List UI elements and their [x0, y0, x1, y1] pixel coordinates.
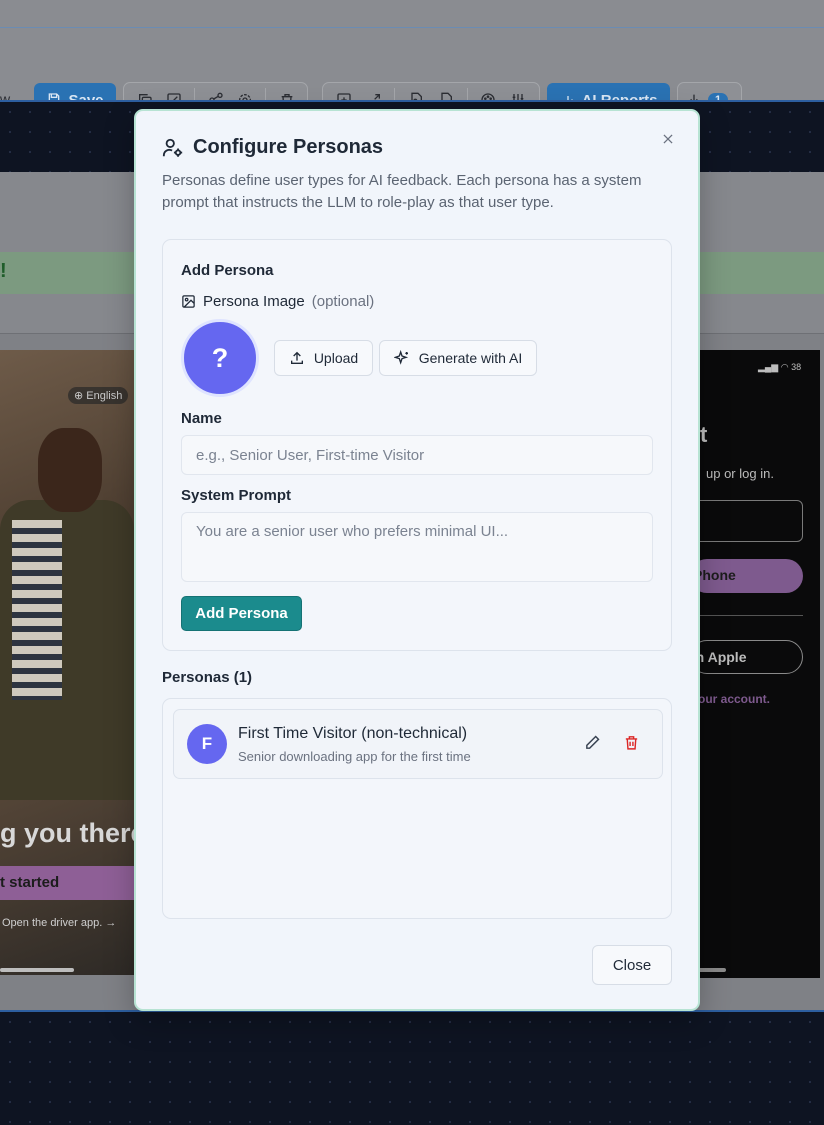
language-chip: ⊕ English: [68, 387, 129, 404]
phone-screen-left: ⊕ English g you there t started Open the…: [0, 350, 134, 975]
phone-sub-link: Open the driver app. →: [2, 917, 117, 929]
add-persona-card: Add Persona Persona Image (optional) ? U…: [162, 239, 672, 651]
phone-input-box: [690, 500, 803, 542]
dialog-description: Personas define user types for AI feedba…: [162, 172, 642, 211]
pencil-icon[interactable]: [580, 730, 604, 754]
image-icon: [182, 295, 195, 308]
phone-cta-button: t started: [0, 866, 134, 900]
hero-photo-face: [38, 428, 102, 512]
app-top-bar: [0, 0, 824, 28]
phone-subtitle-fragment: up or log in.: [706, 466, 774, 481]
trash-icon[interactable]: [619, 730, 643, 754]
persona-item: F First Time Visitor (non-technical) Sen…: [173, 709, 663, 779]
persona-description: Senior downloading app for the first tim…: [238, 749, 471, 764]
upload-button[interactable]: Upload: [274, 340, 373, 376]
system-prompt-input[interactable]: [181, 512, 653, 582]
phone-account-link: our account.: [698, 692, 771, 706]
hero-photo-shirt: [12, 520, 62, 700]
upload-icon: [290, 351, 303, 364]
personas-list: F First Time Visitor (non-technical) Sen…: [162, 698, 672, 919]
banner-fragment: !: [0, 260, 7, 282]
persona-avatar: F: [187, 724, 227, 764]
canvas-footer-band: [0, 1010, 824, 1125]
persona-image-label: Persona Image (optional): [181, 293, 374, 310]
dialog-title-text: Configure Personas: [193, 136, 384, 158]
user-settings-icon: [162, 138, 183, 157]
persona-image-label-text: Persona Image: [203, 293, 305, 310]
generate-with-ai-button[interactable]: Generate with AI: [379, 340, 537, 376]
persona-name: First Time Visitor (non-technical): [238, 725, 468, 742]
generate-label: Generate with AI: [418, 350, 523, 366]
phone-continue-button: Phone: [690, 559, 803, 593]
close-icon[interactable]: [656, 127, 680, 151]
name-input[interactable]: [181, 435, 653, 475]
sparkles-icon: [393, 350, 408, 365]
persona-image-placeholder: ?: [181, 319, 259, 397]
name-label: Name: [181, 410, 222, 427]
add-persona-heading: Add Persona: [181, 262, 274, 279]
dialog-title: Configure Personas: [162, 136, 383, 159]
phone-headline: g you there: [0, 818, 134, 848]
phone-divider: [690, 615, 803, 616]
status-bar: ▂▄▆ ◠ 38: [758, 362, 802, 372]
upload-label: Upload: [313, 350, 359, 366]
phone-title-fragment: t: [700, 422, 708, 447]
home-indicator: [0, 968, 74, 972]
system-prompt-label: System Prompt: [181, 487, 292, 504]
configure-personas-dialog: Configure Personas Personas define user …: [134, 109, 700, 1011]
add-persona-button[interactable]: Add Persona: [181, 596, 302, 631]
personas-heading: Personas (1): [162, 669, 253, 686]
phone-screen-right: ▂▄▆ ◠ 38 t up or log in. Phone th Apple …: [680, 350, 820, 978]
app-toolbar: w Save AI Reports 1: [0, 28, 824, 118]
optional-hint: (optional): [311, 293, 375, 310]
close-button[interactable]: Close: [592, 945, 672, 985]
phone-apple-button: th Apple: [690, 640, 803, 674]
